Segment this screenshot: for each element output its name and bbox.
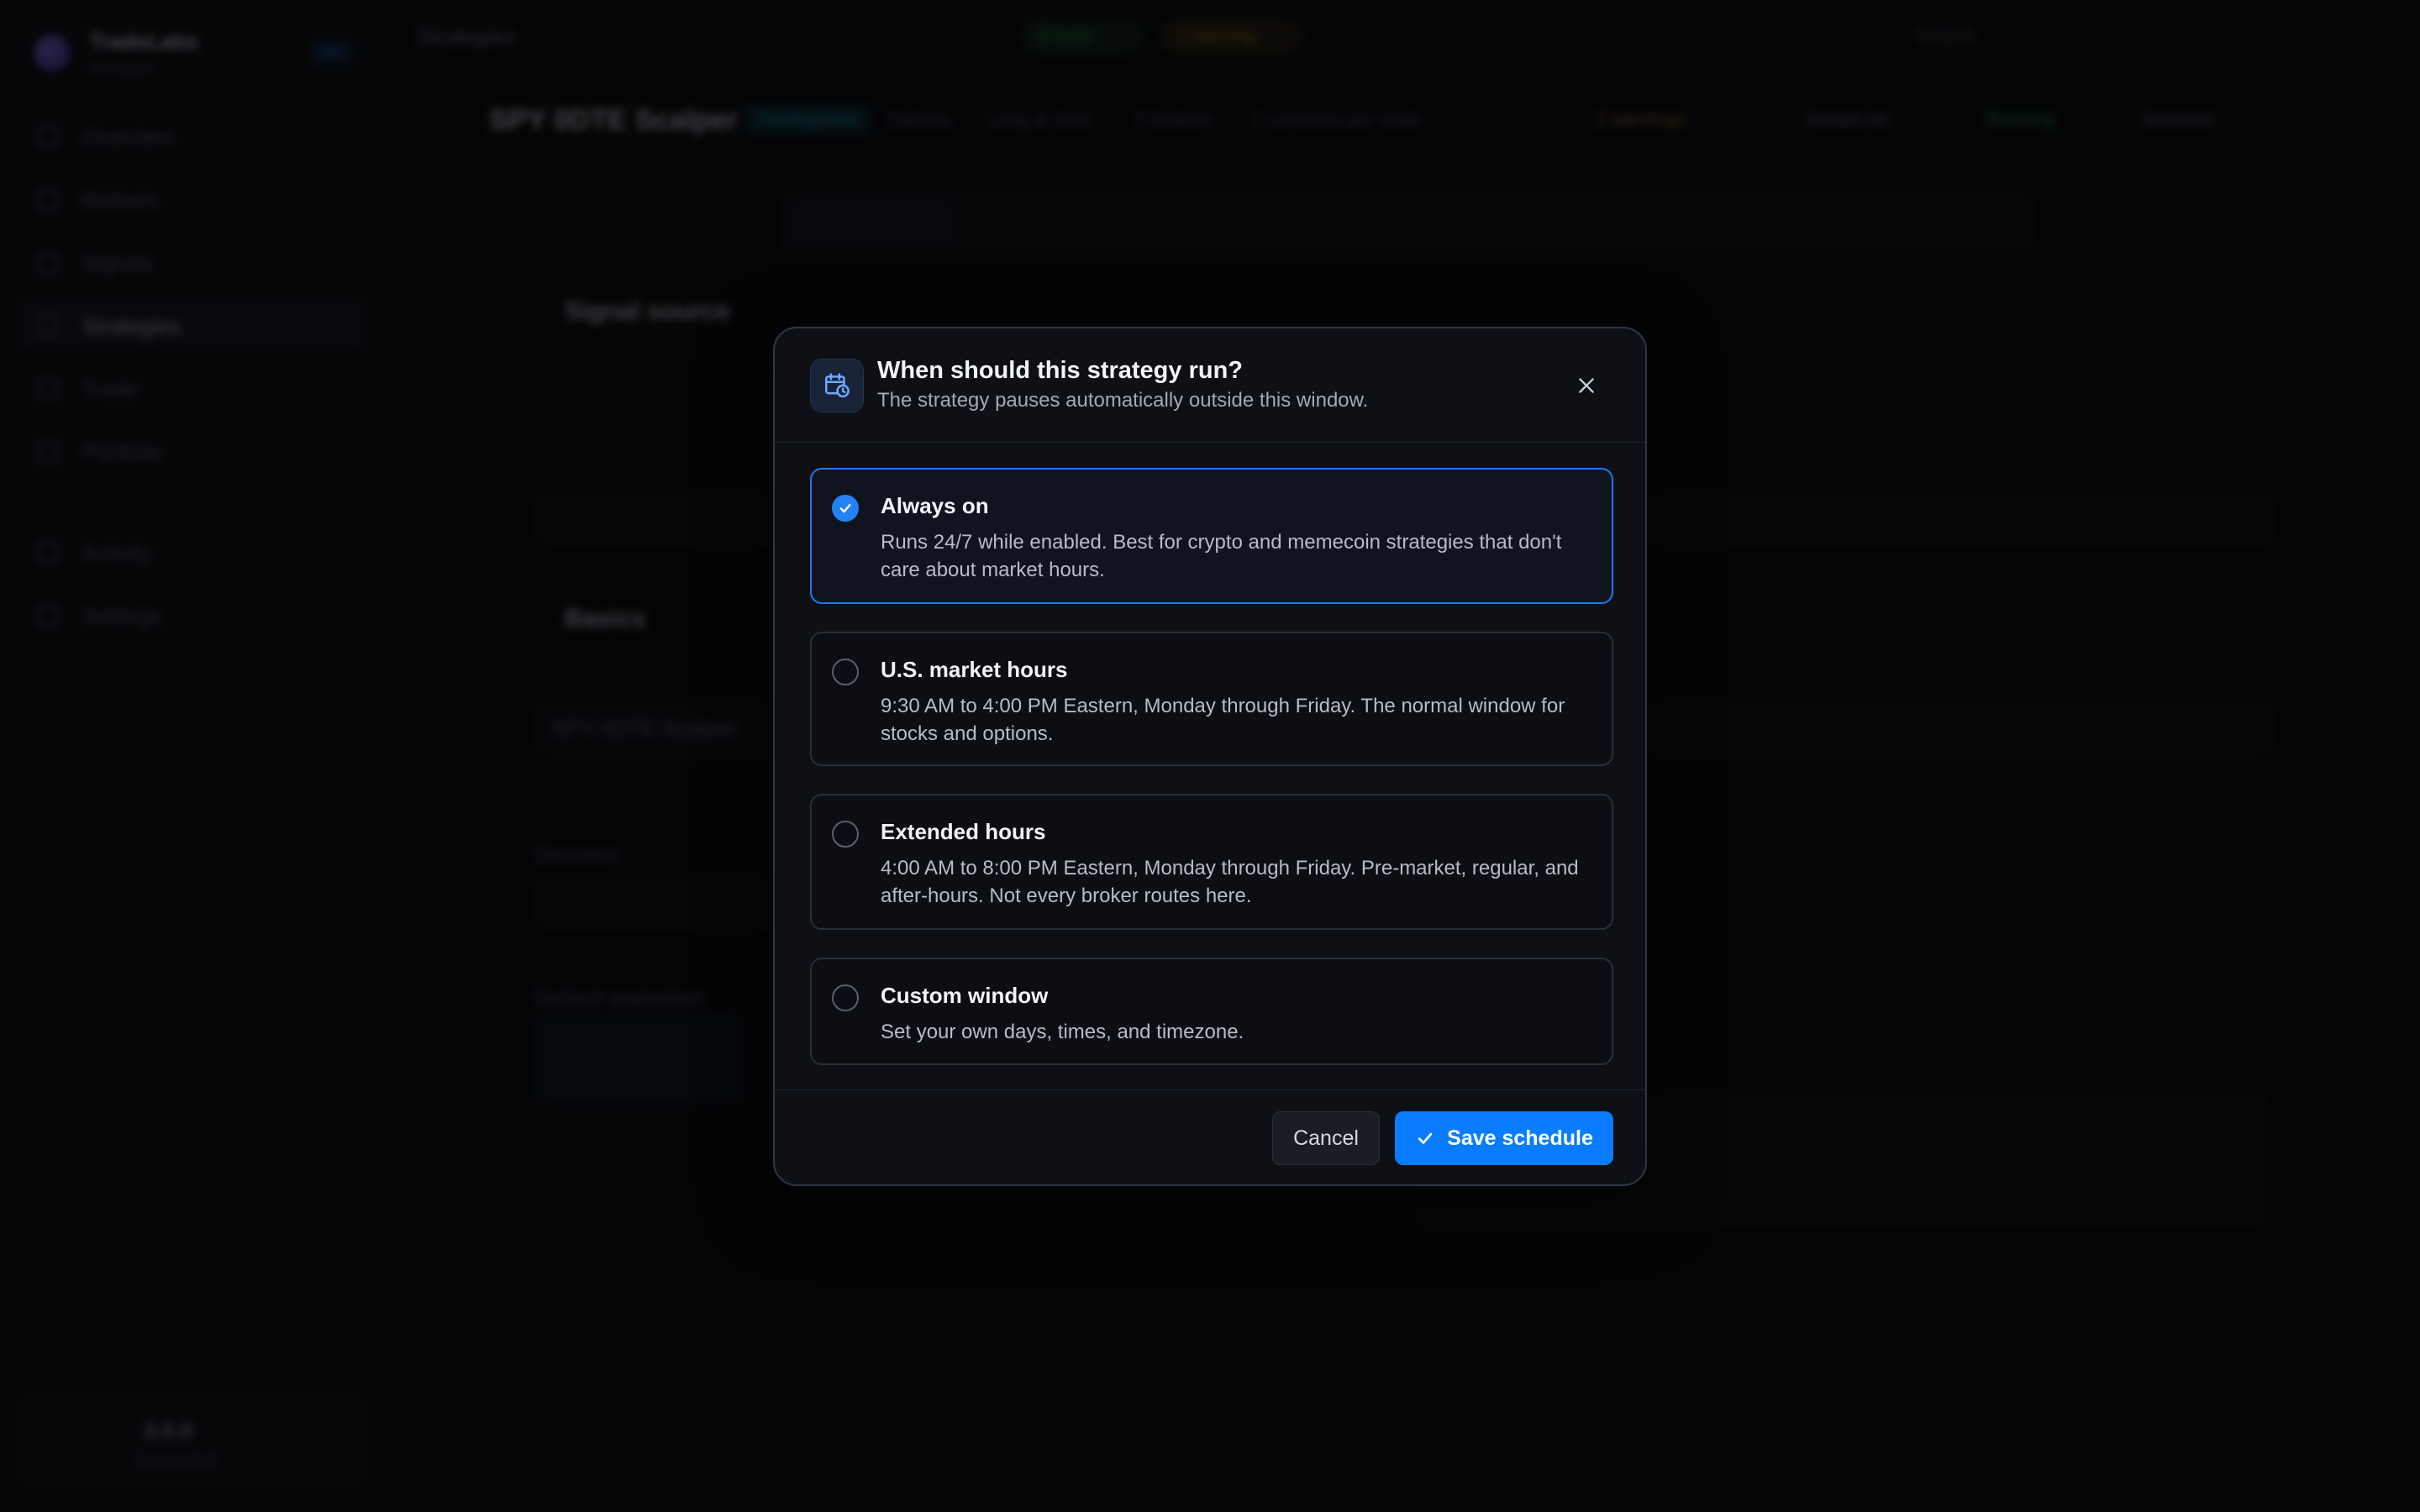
radio-button[interactable] bbox=[832, 821, 859, 848]
save-schedule-button[interactable]: Save schedule bbox=[1395, 1111, 1613, 1165]
dialog-header: When should this strategy run? The strat… bbox=[775, 328, 1645, 443]
check-icon bbox=[1418, 1132, 1433, 1144]
dialog-title: When should this strategy run? bbox=[877, 357, 1244, 384]
option-description: Set your own days, times, and timezone. bbox=[881, 1021, 1244, 1043]
schedule-option-always-on[interactable]: Always on Runs 24/7 while enabled. Best … bbox=[810, 468, 1613, 604]
close-icon bbox=[1579, 378, 1594, 393]
save-button-label: Save schedule bbox=[1447, 1126, 1593, 1150]
calendar-clock-icon bbox=[810, 359, 864, 412]
option-title: Custom window bbox=[881, 983, 1049, 1008]
option-title: Extended hours bbox=[881, 819, 1046, 844]
dialog-subtitle: The strategy pauses automatically outsid… bbox=[877, 389, 1369, 412]
radio-button[interactable] bbox=[832, 495, 859, 522]
schedule-option-custom-window[interactable]: Custom window Set your own days, times, … bbox=[810, 958, 1613, 1065]
cancel-button[interactable]: Cancel bbox=[1272, 1111, 1380, 1165]
radio-button[interactable] bbox=[832, 659, 859, 685]
option-description: Runs 24/7 while enabled. Best for crypto… bbox=[881, 531, 1562, 581]
option-title: Always on bbox=[881, 493, 989, 518]
check-icon bbox=[839, 504, 851, 513]
schedule-option-market-hours[interactable]: U.S. market hours 9:30 AM to 4:00 PM Eas… bbox=[810, 632, 1613, 766]
close-button[interactable] bbox=[1571, 370, 1602, 401]
schedule-dialog: When should this strategy run? The strat… bbox=[773, 327, 1647, 1186]
option-description: 4:00 AM to 8:00 PM Eastern, Monday throu… bbox=[881, 857, 1579, 907]
option-description: 9:30 AM to 4:00 PM Eastern, Monday throu… bbox=[881, 695, 1565, 745]
dialog-footer: Cancel Save schedule bbox=[775, 1089, 1645, 1184]
radio-button[interactable] bbox=[832, 984, 859, 1011]
schedule-option-extended-hours[interactable]: Extended hours 4:00 AM to 8:00 PM Easter… bbox=[810, 794, 1613, 930]
option-title: U.S. market hours bbox=[881, 657, 1068, 682]
